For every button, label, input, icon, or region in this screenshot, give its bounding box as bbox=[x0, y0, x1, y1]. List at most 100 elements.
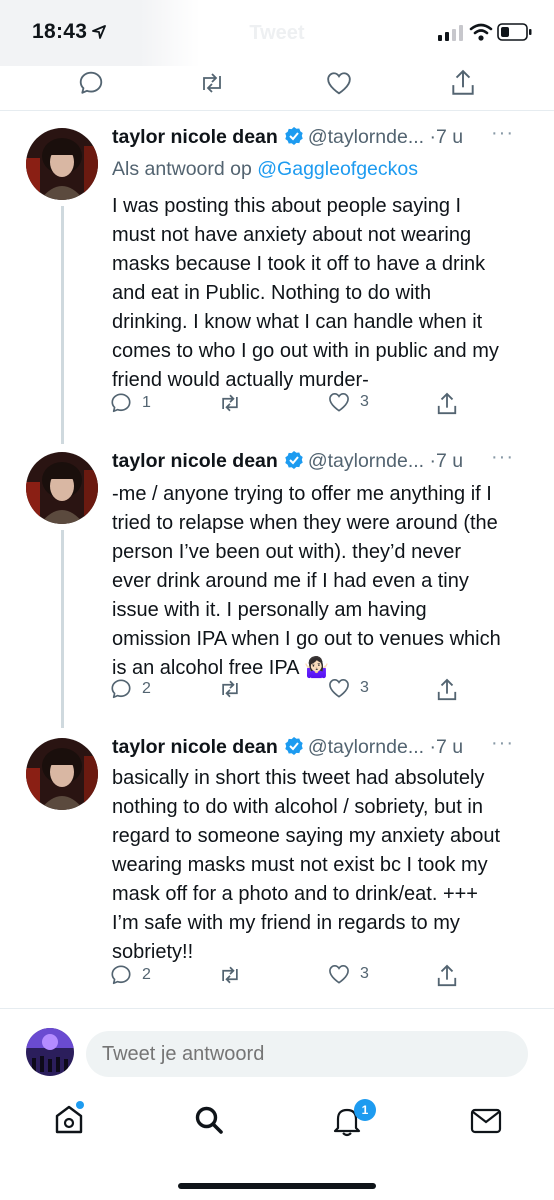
retweet-icon bbox=[218, 392, 242, 414]
tweet-text-line: sobriety!! bbox=[112, 941, 194, 963]
home-indicator bbox=[178, 1183, 376, 1189]
share-button[interactable] bbox=[436, 964, 458, 988]
notifications-badge: 1 bbox=[354, 1099, 376, 1121]
display-name[interactable]: taylor nicole dean bbox=[112, 450, 278, 472]
reply-count: 2 bbox=[142, 966, 151, 983]
divider bbox=[0, 1008, 554, 1009]
tweet-text-line: nothing to do with alcohol / sobriety, b… bbox=[112, 796, 483, 818]
retweet-icon bbox=[218, 964, 242, 986]
tweet-text-line: drinking. I know what I can handle when … bbox=[112, 311, 483, 333]
tweet-text-line: person I’ve been out with). they’d never bbox=[112, 541, 462, 563]
search-icon[interactable] bbox=[194, 1105, 224, 1135]
tweet-text: basically in short this tweet had absolu… bbox=[112, 764, 537, 967]
tweet-text-line: masks because I took it off to have a dr… bbox=[112, 253, 486, 275]
tweet[interactable]: taylor nicole dean @taylornde... ·7 u ···… bbox=[0, 122, 554, 446]
reply-icon[interactable] bbox=[78, 70, 104, 96]
retweet-icon bbox=[218, 678, 242, 700]
tweet[interactable]: taylor nicole dean @taylornde... ·7 u ···… bbox=[0, 446, 554, 730]
tweet-text-line: comes to who I go out with in public and… bbox=[112, 340, 499, 362]
reply-button[interactable]: 1 bbox=[110, 392, 151, 414]
tweet-text-line: must not have anxiety about not wearing bbox=[112, 224, 472, 246]
share-button[interactable] bbox=[436, 678, 458, 702]
retweet-icon[interactable] bbox=[198, 70, 226, 96]
display-name[interactable]: taylor nicole dean bbox=[112, 736, 278, 758]
tweet-text-line: friend would actually murder- bbox=[112, 369, 369, 391]
reply-input[interactable] bbox=[86, 1031, 528, 1077]
like-icon bbox=[328, 964, 350, 984]
more-options-icon[interactable]: ··· bbox=[491, 122, 514, 145]
like-button[interactable]: 3 bbox=[328, 678, 369, 698]
tweet-text-line: tried to relapse when they were around (… bbox=[112, 512, 498, 534]
retweet-button[interactable] bbox=[218, 964, 252, 986]
avatar[interactable] bbox=[26, 738, 98, 810]
share-button[interactable] bbox=[436, 392, 458, 416]
reply-to-prefix: Als antwoord op bbox=[112, 158, 252, 180]
share-icon[interactable] bbox=[450, 69, 476, 97]
share-icon bbox=[436, 392, 458, 416]
avatar[interactable] bbox=[26, 128, 98, 200]
signal-icon bbox=[438, 25, 464, 41]
retweet-button[interactable] bbox=[218, 678, 252, 700]
tweet-text-line: I’m safe with my friend in regards to my bbox=[112, 912, 460, 934]
battery-icon bbox=[497, 23, 533, 41]
tweet[interactable]: taylor nicole dean @taylornde... ·7 u ···… bbox=[0, 732, 554, 996]
verified-badge-icon bbox=[284, 736, 304, 762]
like-button[interactable]: 3 bbox=[328, 964, 369, 984]
share-icon bbox=[436, 964, 458, 988]
timestamp: 7 u bbox=[436, 126, 464, 148]
location-arrow-icon bbox=[92, 25, 106, 39]
status-time: 18:43 bbox=[32, 20, 88, 43]
main-tweet-actions bbox=[0, 62, 554, 111]
like-icon[interactable] bbox=[326, 71, 352, 95]
verified-badge-icon bbox=[284, 450, 304, 476]
tweet-text: I was posting this about people saying I… bbox=[112, 192, 537, 395]
handle: @taylornde... bbox=[307, 126, 425, 148]
tweet-text-line: -me / anyone trying to offer me anything… bbox=[112, 483, 492, 505]
status-bar: Tweet 18:43 bbox=[0, 0, 554, 66]
tweet-text-line: and eat in Public. Nothing to do with bbox=[112, 282, 432, 304]
more-options-icon[interactable]: ··· bbox=[491, 732, 514, 755]
composer-avatar[interactable] bbox=[26, 1028, 74, 1076]
timestamp: 7 u bbox=[436, 736, 464, 758]
bottom-nav: 1 bbox=[0, 1093, 554, 1153]
reply-to-mention[interactable]: @Gaggleofgeckos bbox=[257, 158, 418, 180]
reply-count: 2 bbox=[142, 680, 151, 697]
like-count: 3 bbox=[360, 393, 369, 410]
reply-icon bbox=[110, 964, 132, 986]
reply-button[interactable]: 2 bbox=[110, 678, 151, 700]
avatar[interactable] bbox=[26, 452, 98, 524]
tweet-text-line: omission IPA when I go out to venues whi… bbox=[112, 628, 501, 650]
display-name[interactable]: taylor nicole dean bbox=[112, 126, 278, 148]
tweet-actions: 1 3 bbox=[110, 392, 460, 418]
reply-icon bbox=[110, 392, 132, 414]
tweet-text-line: wearing masks must not exist bc I took m… bbox=[112, 854, 488, 876]
handle: @taylornde... bbox=[307, 736, 425, 758]
wifi-icon bbox=[469, 23, 493, 41]
reply-icon bbox=[110, 678, 132, 700]
tweet-text-line: ever drink around me if I had even a tin… bbox=[112, 570, 469, 592]
handle: @taylornde... bbox=[307, 450, 425, 472]
like-button[interactable]: 3 bbox=[328, 392, 369, 412]
tweet-text-line: mask off for a photo and to drink/eat. +… bbox=[112, 883, 478, 905]
tweet-text: -me / anyone trying to offer me anything… bbox=[112, 480, 537, 683]
tweet-header: taylor nicole dean @taylornde... ·7 u ··· bbox=[112, 122, 532, 152]
more-options-icon[interactable]: ··· bbox=[491, 446, 514, 469]
share-icon bbox=[436, 678, 458, 702]
retweet-button[interactable] bbox=[218, 392, 252, 414]
tweet-actions: 2 3 bbox=[110, 964, 460, 990]
tweet-header: taylor nicole dean @taylornde... ·7 u ··· bbox=[112, 446, 532, 476]
like-count: 3 bbox=[360, 965, 369, 982]
tweet-actions: 2 3 bbox=[110, 678, 460, 704]
messages-icon[interactable] bbox=[470, 1107, 502, 1135]
tweet-header: taylor nicole dean @taylornde... ·7 u ··· bbox=[112, 732, 532, 762]
timestamp: 7 u bbox=[436, 450, 464, 472]
verified-badge-icon bbox=[284, 126, 304, 152]
home-new-dot bbox=[76, 1101, 84, 1109]
reply-to-label: Als antwoord op @Gaggleofgeckos bbox=[112, 158, 418, 181]
tweet-text-line: I was posting this about people saying I bbox=[112, 195, 462, 217]
like-icon bbox=[328, 392, 350, 412]
reply-button[interactable]: 2 bbox=[110, 964, 151, 986]
reply-count: 1 bbox=[142, 394, 151, 411]
tweet-text-line: regard to someone saying my anxiety abou… bbox=[112, 825, 500, 847]
tweet-text-line: issue with it. I personally am having bbox=[112, 599, 427, 621]
